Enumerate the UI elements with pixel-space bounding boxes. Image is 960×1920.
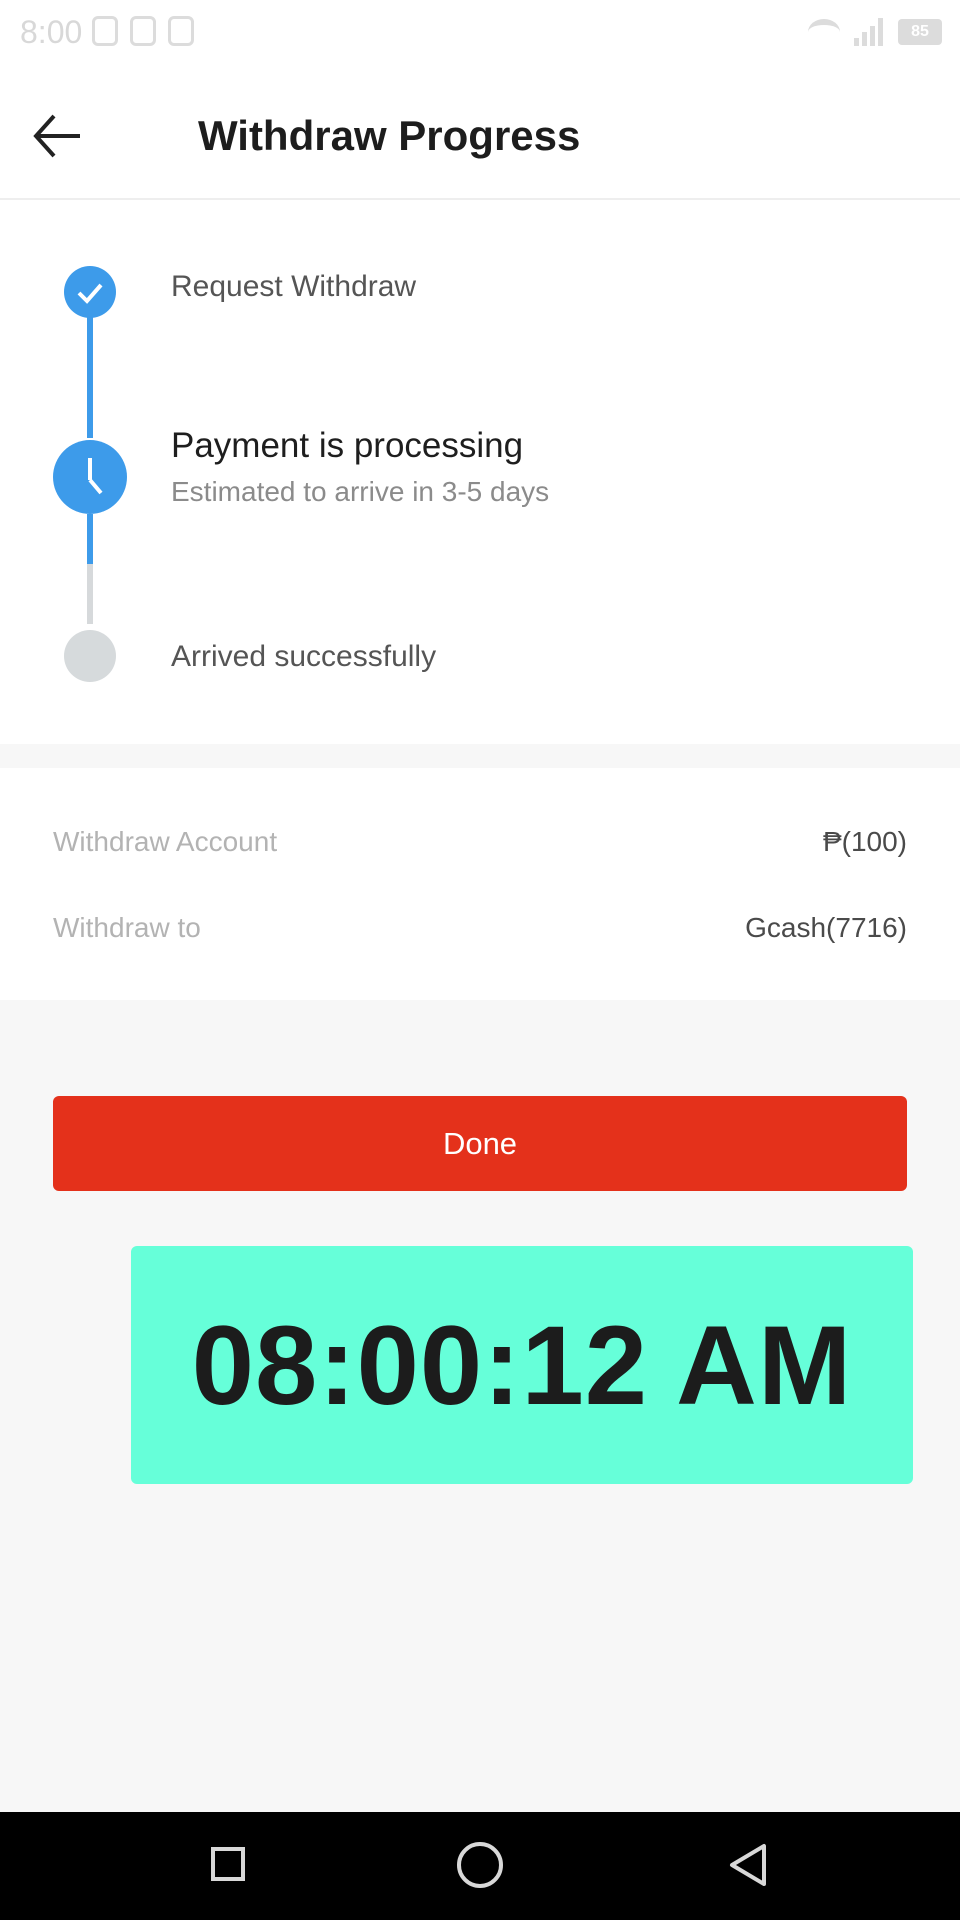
- step-arrived-successfully: Arrived successfully: [171, 640, 437, 673]
- status-icons: [92, 16, 194, 46]
- step-payment-processing: Payment is processing: [171, 426, 524, 465]
- step-request-withdraw: Request Withdraw: [171, 270, 417, 303]
- progress-timeline: Request Withdraw Payment is processing E…: [0, 200, 960, 744]
- page-title: Withdraw Progress: [198, 112, 581, 159]
- wifi-icon: [808, 19, 840, 45]
- app-header: Withdraw Progress: [0, 68, 960, 200]
- system-nav-bar: [0, 1812, 960, 1920]
- timeline-line-pending: [87, 564, 93, 624]
- detail-row-account: Withdraw Account ₱(100): [53, 826, 907, 866]
- step-pending-node: [64, 630, 116, 682]
- clock-icon: [88, 458, 103, 495]
- done-button[interactable]: Done: [53, 1096, 907, 1191]
- timeline-line-current: [87, 514, 93, 564]
- detail-key: Withdraw to: [53, 912, 201, 943]
- detail-key: Withdraw Account: [53, 826, 278, 857]
- detail-value: Gcash(7716): [745, 912, 907, 943]
- clock-overlay: 08:00:12 AM: [131, 1246, 913, 1484]
- status-time: 8:00: [20, 14, 83, 50]
- status-right: 85: [808, 18, 942, 46]
- detail-value: ₱(100): [822, 826, 907, 857]
- step-current-node: [53, 440, 127, 514]
- nav-back-button[interactable]: [726, 1842, 770, 1888]
- signal-icon: [854, 18, 884, 46]
- vibrate-icon: [130, 16, 156, 46]
- bluetooth-icon: [92, 16, 118, 46]
- detail-row-destination: Withdraw to Gcash(7716): [53, 912, 907, 952]
- recents-button[interactable]: [211, 1847, 245, 1881]
- step-payment-subtitle: Estimated to arrive in 3-5 days: [171, 476, 550, 507]
- step-completed-node: [64, 266, 116, 318]
- back-button[interactable]: [30, 108, 86, 164]
- status-bar: 8:00 85: [0, 0, 960, 68]
- triangle-back-icon: [730, 1844, 766, 1886]
- home-button[interactable]: [457, 1842, 503, 1888]
- withdraw-details: Withdraw Account ₱(100) Withdraw to Gcas…: [0, 768, 960, 1000]
- check-icon: [77, 283, 103, 304]
- clock-time: 08:00:12 AM: [191, 1302, 853, 1428]
- battery-icon: 85: [898, 19, 942, 45]
- arrow-left-icon: [33, 114, 80, 158]
- alarm-icon: [168, 16, 194, 46]
